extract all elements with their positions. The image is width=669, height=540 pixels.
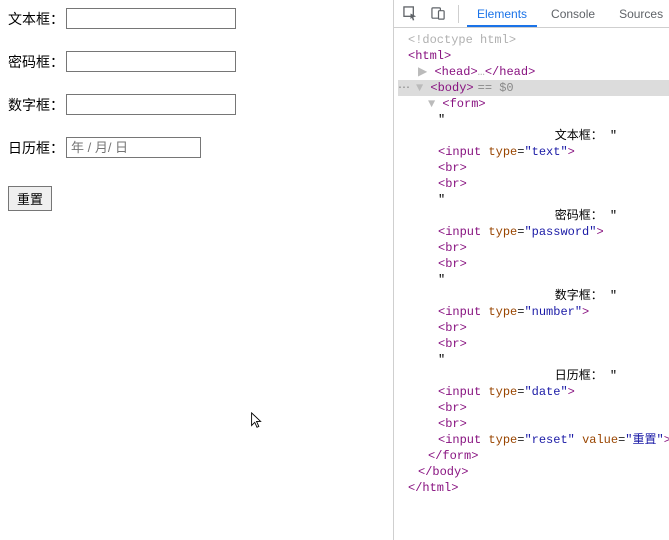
dom-text-node[interactable]: 密码框： " xyxy=(398,208,669,224)
tab-sources[interactable]: Sources xyxy=(609,1,669,27)
devtools-panel: Elements Console Sources <!doctype html>… xyxy=(393,0,669,540)
password-field-label: 密码框： xyxy=(8,52,66,72)
tab-console[interactable]: Console xyxy=(541,1,605,27)
dom-node[interactable]: </body> xyxy=(398,464,669,480)
dom-node[interactable]: <br> xyxy=(398,256,669,272)
date-input[interactable] xyxy=(66,137,201,158)
dom-text-node[interactable]: 数字框： " xyxy=(398,288,669,304)
device-toolbar-icon[interactable] xyxy=(426,2,450,26)
reset-button[interactable]: 重置 xyxy=(8,186,52,211)
field-row: 数字框： xyxy=(8,94,385,115)
dom-node[interactable]: ▶ <head>…</head> xyxy=(398,64,669,80)
dom-node[interactable]: <br> xyxy=(398,336,669,352)
dom-node[interactable]: <input type="number"> xyxy=(398,304,669,320)
password-input[interactable] xyxy=(66,51,236,72)
toolbar-separator xyxy=(458,5,459,23)
number-field-label: 数字框： xyxy=(8,95,66,115)
inspect-element-icon[interactable] xyxy=(398,2,422,26)
text-field-label: 文本框： xyxy=(8,9,66,29)
mouse-cursor-icon xyxy=(250,412,264,430)
field-row: 文本框： xyxy=(8,8,385,29)
dom-node[interactable]: <input type="password"> xyxy=(398,224,669,240)
dom-text-node[interactable]: " xyxy=(398,192,669,208)
dom-node[interactable]: <!doctype html> xyxy=(398,32,669,48)
dom-text-node[interactable]: 日历框： " xyxy=(398,368,669,384)
dom-text-node[interactable]: " xyxy=(398,112,669,128)
dom-node[interactable]: <br> xyxy=(398,160,669,176)
demo-form: 文本框： 密码框： 数字框： 日历框： 重置 xyxy=(8,8,385,211)
dom-node[interactable]: <br> xyxy=(398,176,669,192)
dom-node[interactable]: <br> xyxy=(398,400,669,416)
dom-node[interactable]: ▼ <form> xyxy=(398,96,669,112)
tab-elements[interactable]: Elements xyxy=(467,1,537,27)
dom-text-node[interactable]: " xyxy=(398,352,669,368)
dom-node[interactable]: <html> xyxy=(398,48,669,64)
text-input[interactable] xyxy=(66,8,236,29)
dom-text-node[interactable]: 文本框： " xyxy=(398,128,669,144)
dom-node[interactable]: <br> xyxy=(398,240,669,256)
dom-node-selected[interactable]: ⋯▼ <body>== $0 xyxy=(398,80,669,96)
dom-node[interactable]: <input type="reset" value="重置"> xyxy=(398,432,669,448)
number-input[interactable] xyxy=(66,94,236,115)
dom-node[interactable]: <input type="date"> xyxy=(398,384,669,400)
dom-tree[interactable]: <!doctype html> <html> ▶ <head>…</head> … xyxy=(394,28,669,540)
dom-node[interactable]: <br> xyxy=(398,416,669,432)
rendered-page: 文本框： 密码框： 数字框： 日历框： 重置 xyxy=(0,0,393,540)
dom-node[interactable]: </html> xyxy=(398,480,669,496)
field-row: 日历框： xyxy=(8,137,385,158)
dom-text-node[interactable]: " xyxy=(398,272,669,288)
dom-node[interactable]: <input type="text"> xyxy=(398,144,669,160)
devtools-toolbar: Elements Console Sources xyxy=(394,0,669,28)
field-row: 密码框： xyxy=(8,51,385,72)
date-field-label: 日历框： xyxy=(8,138,66,158)
dom-node[interactable]: <br> xyxy=(398,320,669,336)
dom-node[interactable]: </form> xyxy=(398,448,669,464)
